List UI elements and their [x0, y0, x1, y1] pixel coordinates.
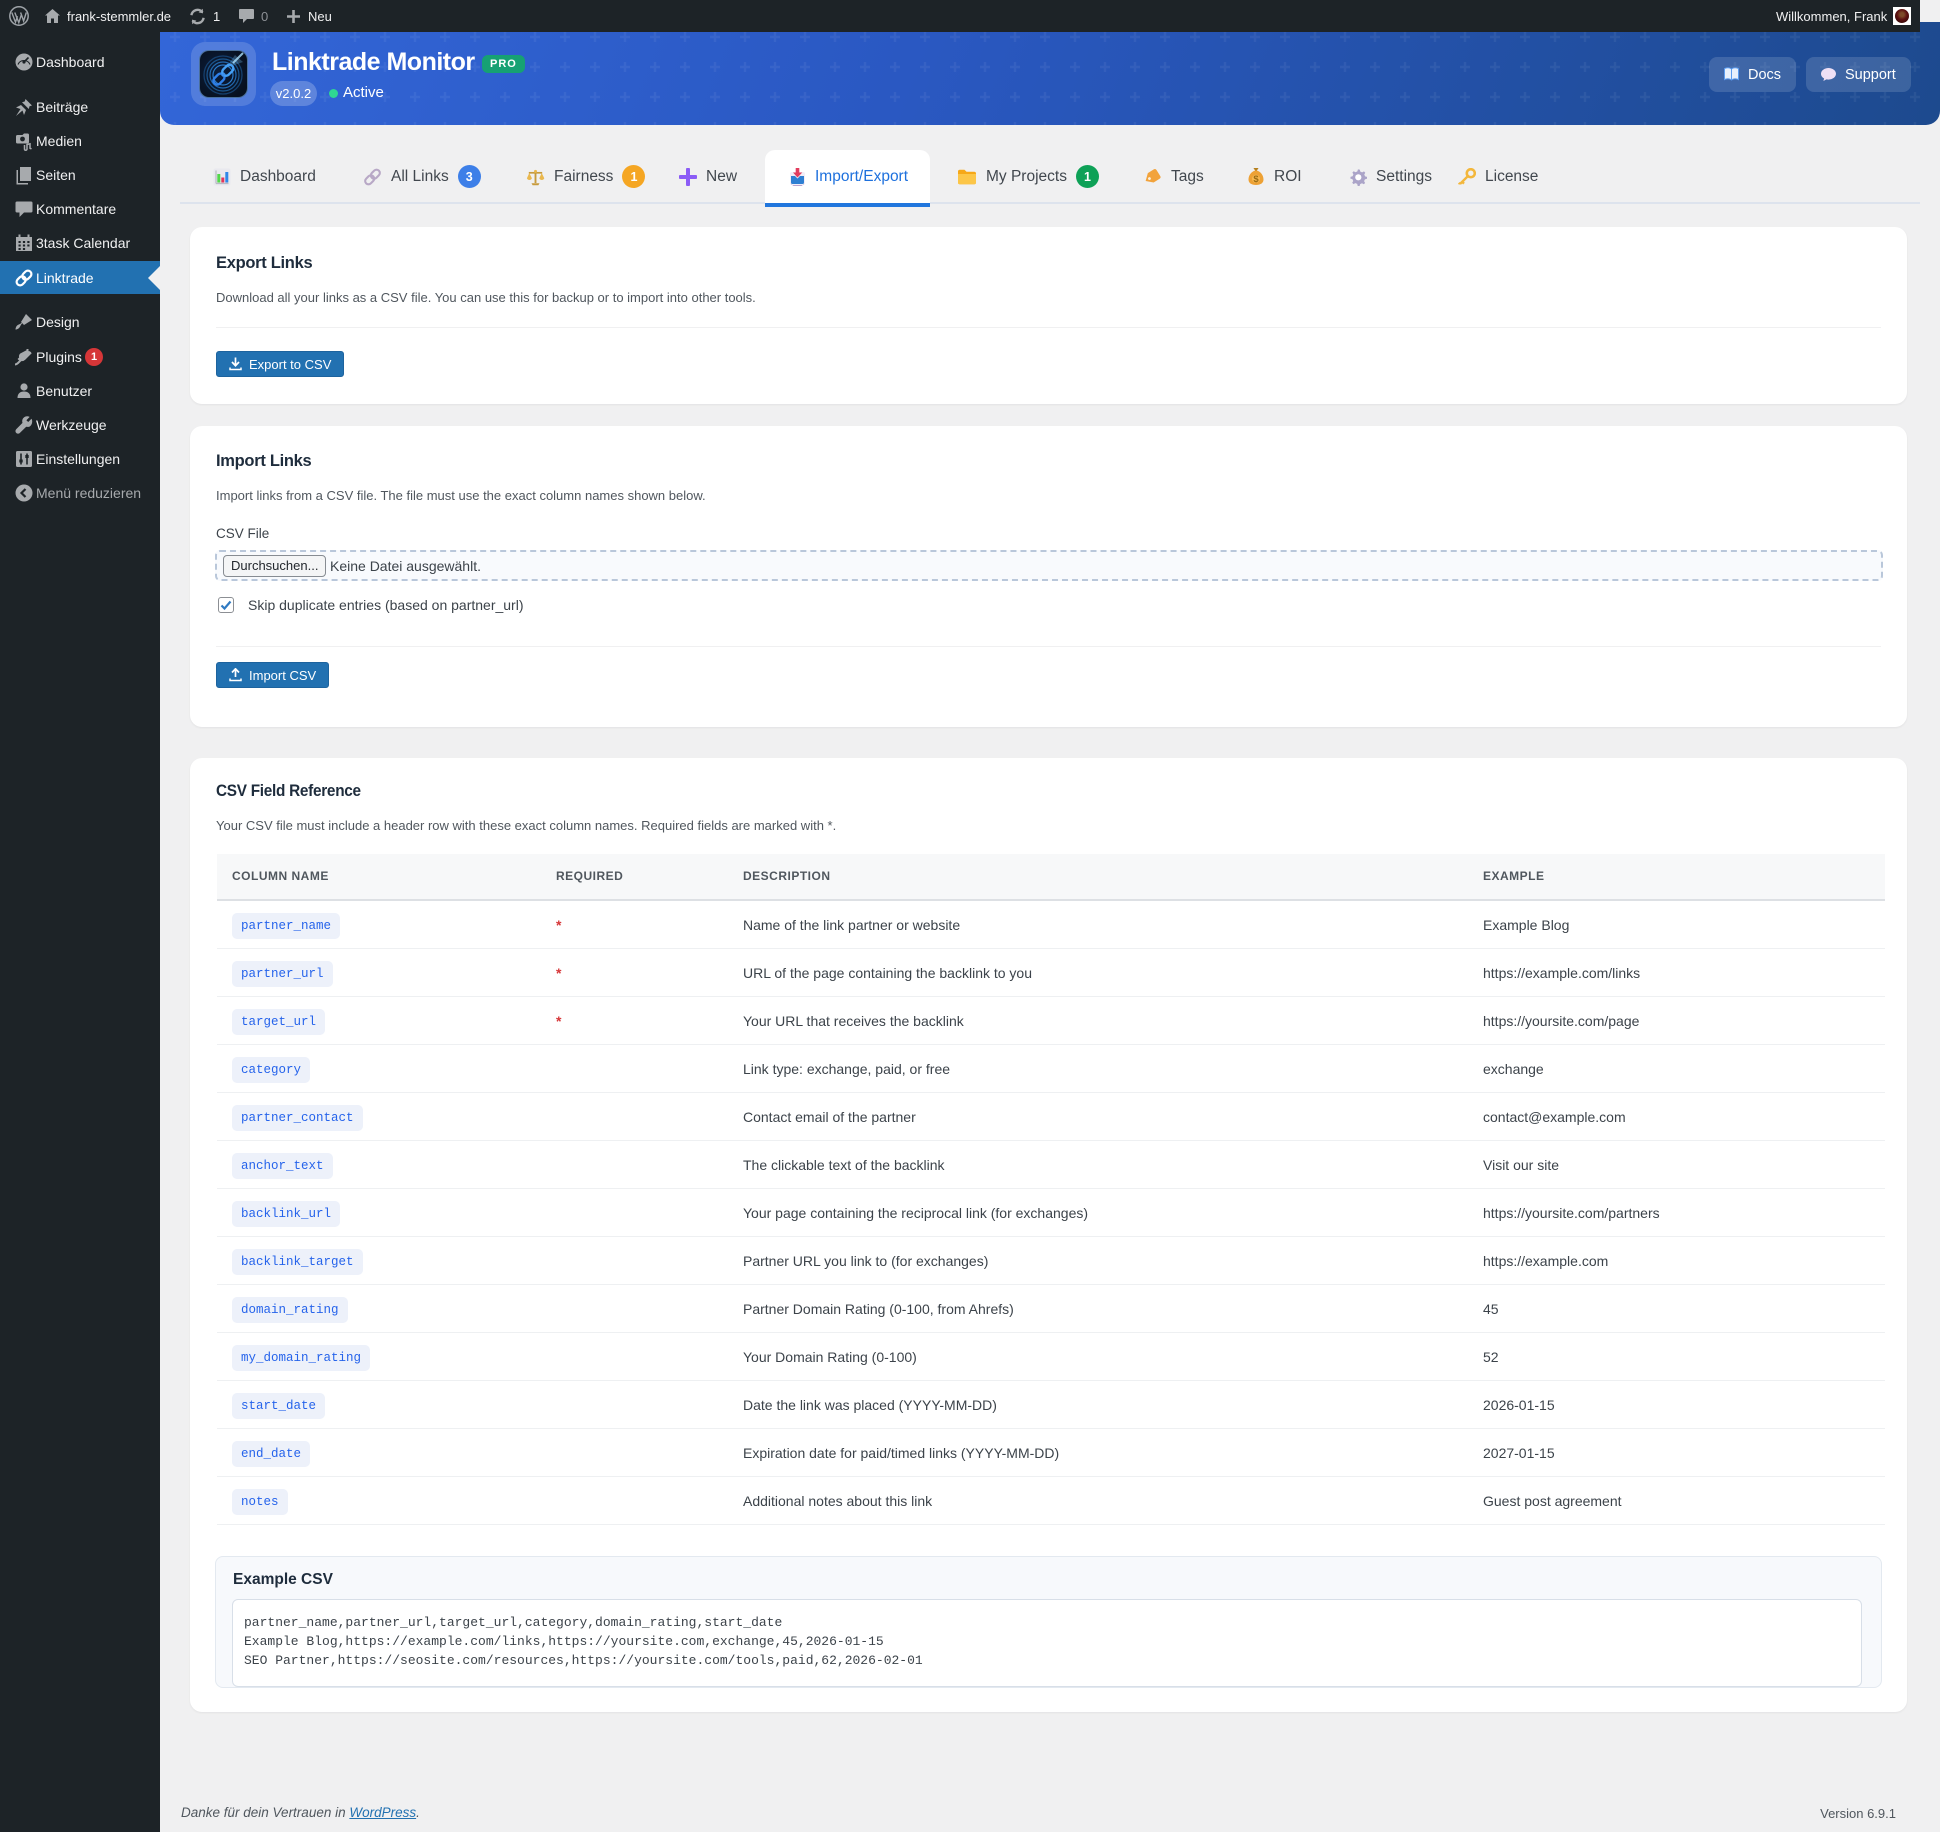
svg-text:$: $ [1253, 174, 1259, 185]
